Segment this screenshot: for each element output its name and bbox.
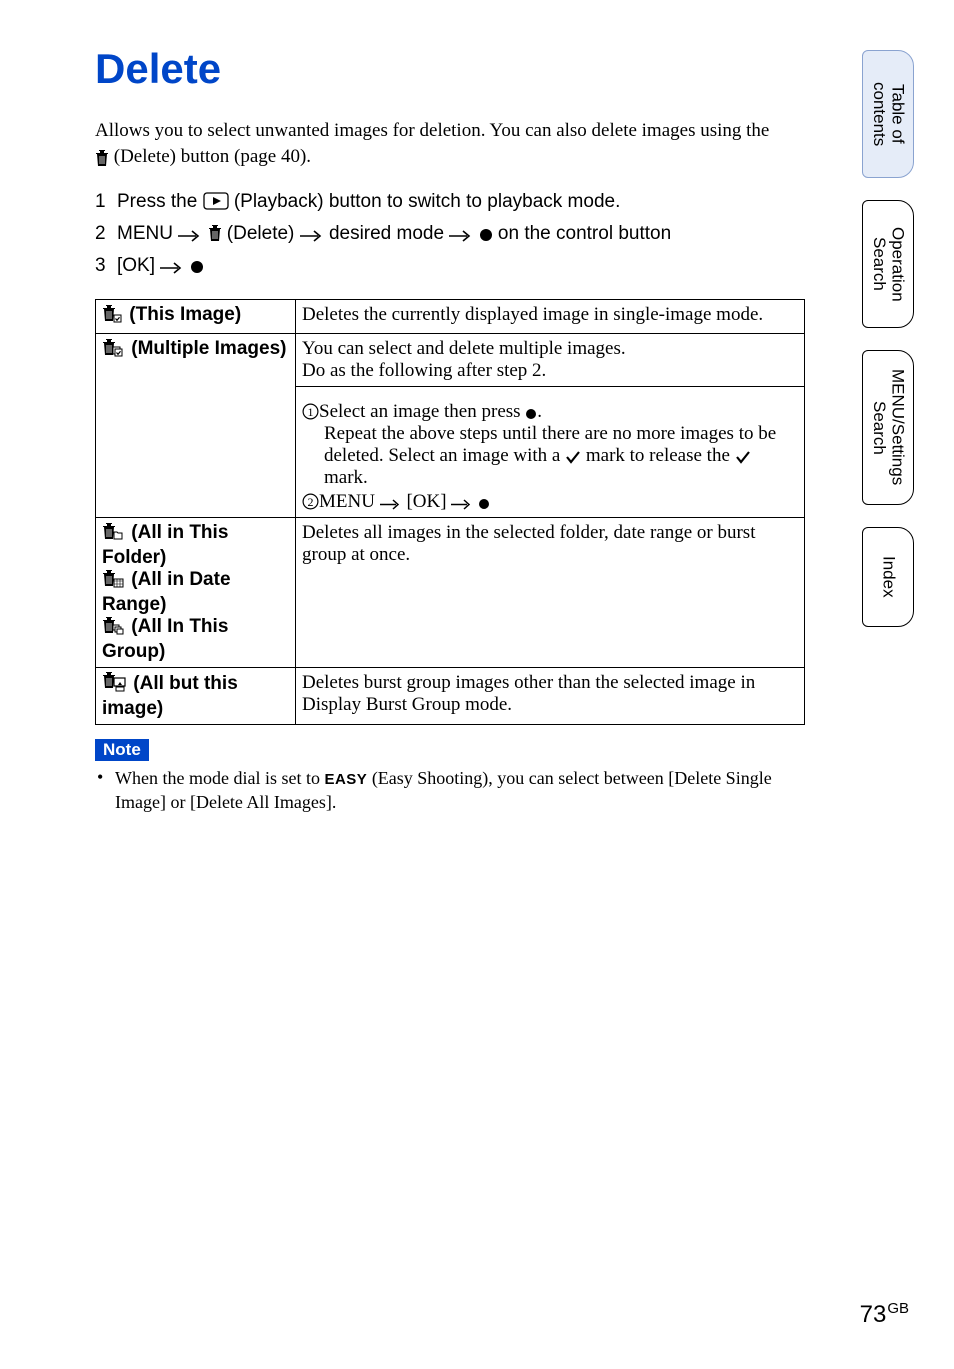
substep-text: mark to release the <box>581 445 735 466</box>
step-text: [OK] <box>117 255 160 276</box>
row-desc: Deletes the currently displayed image in… <box>296 300 805 334</box>
tab-operation-search[interactable]: Operation Search <box>862 200 914 328</box>
substep-2: 2 MENU [OK] <box>302 491 798 513</box>
page-title: Delete <box>95 45 805 93</box>
substep-1: 1Select an image then press . Repeat the… <box>302 401 798 489</box>
intro-text-2: (Delete) button (page 40). <box>109 146 311 167</box>
row-desc: Deletes all images in the selected folde… <box>296 518 805 668</box>
step-3: 3 [OK] <box>95 255 805 277</box>
tab-menu-settings-search[interactable]: MENU/Settings Search <box>862 350 914 505</box>
center-dot-icon <box>478 491 490 512</box>
step-1: 1 Press the (Playback) button to switch … <box>95 191 805 213</box>
step-number: 3 <box>95 255 117 277</box>
substep-text: Select an image then press <box>319 401 525 422</box>
steps-list: 1 Press the (Playback) button to switch … <box>95 191 805 277</box>
substep-text: . <box>537 401 542 422</box>
tab-table-of-contents[interactable]: Table of contents <box>862 50 914 178</box>
step-text: (Playback) button to switch to playback … <box>234 191 621 212</box>
side-tabs: Table of contents Operation Search MENU/… <box>862 50 922 649</box>
step-number: 1 <box>95 191 117 213</box>
arrow-right-icon <box>449 223 473 244</box>
substep-text: [OK] <box>402 491 452 512</box>
trash-this-image-icon <box>102 305 122 329</box>
svg-text:2: 2 <box>308 495 314 509</box>
center-dot-icon <box>525 401 537 422</box>
tab-label: Table of contents <box>869 68 906 160</box>
row-desc-a: You can select and delete multiple image… <box>302 338 798 360</box>
row-desc: Deletes burst group images other than th… <box>296 668 805 725</box>
table-row: (This Image) Deletes the currently displ… <box>96 300 805 334</box>
center-dot-icon <box>190 255 204 276</box>
note-item: • When the mode dial is set to EASY (Eas… <box>95 767 805 814</box>
circled-2-icon: 2 <box>302 491 319 512</box>
step-text: Press the <box>117 191 203 212</box>
intro-paragraph: Allows you to select unwanted images for… <box>95 118 805 171</box>
step-text: MENU <box>117 223 178 244</box>
modes-table: (This Image) Deletes the currently displ… <box>95 299 805 725</box>
trash-all-date-icon <box>102 570 124 594</box>
checkmark-icon <box>565 445 581 466</box>
row-label: (Multiple Images) <box>126 338 286 359</box>
tab-label: Operation Search <box>869 213 906 316</box>
arrow-right-icon <box>380 491 402 512</box>
trash-icon <box>95 146 109 172</box>
trash-icon <box>208 223 222 244</box>
svg-text:1: 1 <box>308 405 314 419</box>
arrow-right-icon <box>300 223 324 244</box>
trash-all-group-icon <box>102 617 124 641</box>
center-dot-icon <box>479 223 493 244</box>
trash-all-folder-icon <box>102 523 124 547</box>
trash-multiple-images-icon <box>102 339 124 363</box>
note-text: When the mode dial is set to <box>115 768 324 788</box>
intro-text-1: Allows you to select unwanted images for… <box>95 120 769 141</box>
page-number-suffix: GB <box>887 1300 909 1317</box>
trash-all-but-this-icon <box>102 672 126 698</box>
page-number: 73GB <box>860 1300 909 1329</box>
page-number-value: 73 <box>860 1301 887 1328</box>
substep-text: MENU <box>319 491 380 512</box>
step-number: 2 <box>95 223 117 245</box>
arrow-right-icon <box>451 491 473 512</box>
step-text: desired mode <box>329 223 449 244</box>
bullet-icon: • <box>97 767 115 814</box>
tab-label: MENU/Settings Search <box>869 355 906 499</box>
table-row: (Multiple Images) You can select and del… <box>96 334 805 387</box>
easy-mode-label: EASY <box>324 771 367 788</box>
checkmark-icon <box>735 445 751 466</box>
table-row: (All but this image) Deletes burst group… <box>96 668 805 725</box>
table-row: (All in This Folder) (All in Date Range)… <box>96 518 805 668</box>
arrow-right-icon <box>178 223 202 244</box>
playback-icon <box>203 191 229 212</box>
row-desc-b: Do as the following after step 2. <box>302 360 798 382</box>
note-heading: Note <box>95 739 149 761</box>
step-text: (Delete) <box>227 223 300 244</box>
tab-index[interactable]: Index <box>862 527 914 627</box>
step-2: 2 MENU (Delete) desired mode on the cont… <box>95 223 805 245</box>
tab-label: Index <box>879 542 898 612</box>
arrow-right-icon <box>160 255 184 276</box>
circled-1-icon: 1 <box>302 401 319 422</box>
step-text: on the control button <box>498 223 671 244</box>
substep-text: mark. <box>324 467 368 488</box>
row-label: (This Image) <box>124 304 241 325</box>
